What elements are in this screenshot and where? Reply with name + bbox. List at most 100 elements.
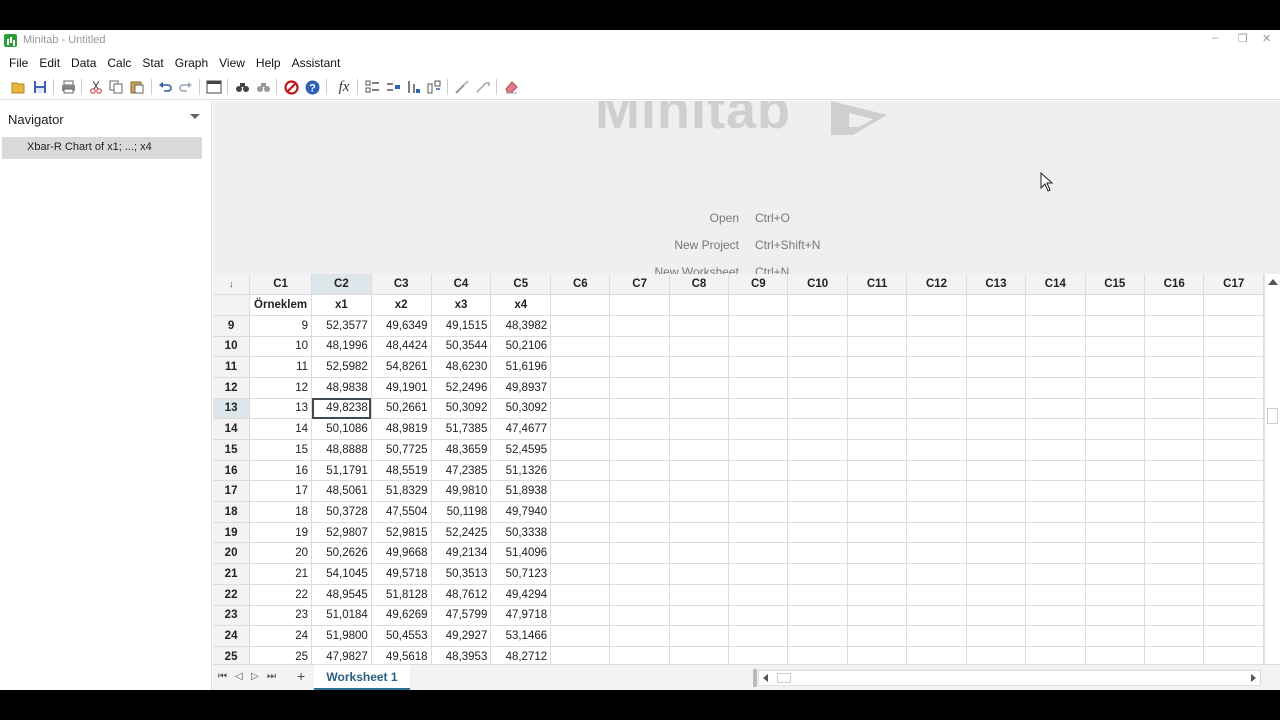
grid-cell[interactable] [728,605,789,627]
vertical-scroll-thumb[interactable] [1267,408,1278,424]
grid-cell[interactable]: 50,3544 [431,336,492,358]
menu-graph[interactable]: Graph [175,56,208,70]
grid-cell[interactable]: 48,8888 [311,439,372,461]
column-name-cell[interactable] [847,294,908,316]
grid-cell[interactable] [669,460,730,482]
grid-cell[interactable] [728,501,789,523]
column-header-c7[interactable]: C7 [609,274,670,296]
grid-cell[interactable]: 52,2425 [431,522,492,544]
restore-button[interactable]: ❐ [1238,32,1248,45]
grid-cell[interactable] [1203,522,1264,544]
column-name-cell[interactable]: x4 [490,294,552,316]
scroll-left-icon[interactable] [763,674,768,682]
scroll-up-icon[interactable] [1268,279,1278,285]
grid-cell[interactable] [787,542,848,565]
column-header-c2[interactable]: C2 [311,274,372,296]
grid-cell[interactable]: 50,7725 [371,439,432,461]
grid-cell[interactable] [1144,418,1205,440]
column-header-c8[interactable]: C8 [669,274,730,296]
grid-cell[interactable]: 48,4424 [371,336,432,358]
grid-cell[interactable]: 10 [249,336,313,358]
grid-cell[interactable] [966,584,1027,606]
grid-cell[interactable]: 49,7940 [490,501,552,523]
grid-cell[interactable]: 51,1326 [490,460,552,482]
grid-cell[interactable] [966,418,1027,440]
column-header-c16[interactable]: C16 [1144,274,1205,296]
grid-cell[interactable] [1203,439,1264,461]
grid-cell[interactable] [1144,377,1205,399]
grid-cell[interactable] [609,563,670,585]
grid-cell[interactable] [966,542,1027,565]
grid-cell[interactable] [609,336,670,358]
grid-cell[interactable] [669,542,730,565]
grid-cell[interactable]: 54,1045 [311,563,372,585]
find-icon[interactable] [234,79,250,95]
menu-stat[interactable]: Stat [142,56,163,70]
grid-cell[interactable]: 48,9819 [371,418,432,440]
grid-cell[interactable] [906,439,967,461]
row-header[interactable]: 13 [213,398,251,420]
grid-cell[interactable]: 50,1086 [311,418,372,440]
grid-cell[interactable] [1025,398,1086,420]
grid-cell[interactable] [1203,418,1264,440]
grid-cell[interactable] [787,439,848,461]
grid-cell[interactable] [1085,315,1145,337]
row-header[interactable]: 15 [213,439,251,461]
row-header[interactable]: 9 [213,315,251,337]
grid-cell[interactable] [847,501,908,523]
save-icon[interactable] [32,79,48,95]
grid-cell[interactable]: 48,3982 [490,315,552,337]
grid-cell[interactable]: 49,8937 [490,377,552,399]
grid-cell[interactable] [669,480,730,503]
grid-cell[interactable] [609,522,670,544]
grid-cell[interactable]: 50,3513 [431,563,492,585]
grid-cell[interactable]: 21 [249,563,313,585]
grid-cell[interactable] [847,625,908,647]
grid-cell[interactable] [609,605,670,627]
grid-cell[interactable] [1085,418,1145,440]
grid-cell[interactable] [728,356,789,378]
grid-cell[interactable] [669,563,730,585]
sheet-corner-icon[interactable]: ↓ [213,274,251,296]
grid-cell[interactable] [1144,584,1205,606]
grid-cell[interactable]: 47,5799 [431,605,492,627]
grid-cell[interactable] [787,336,848,358]
grid-cell[interactable] [550,605,611,627]
grid-cell[interactable] [609,480,670,503]
grid-cell[interactable] [1085,584,1145,606]
grid-cell[interactable]: 51,8938 [490,480,552,503]
cancel-icon[interactable] [283,79,299,95]
grid-cell[interactable] [847,356,908,378]
grid-cell[interactable]: 50,7123 [490,563,552,585]
grid-cell[interactable] [847,460,908,482]
fx-icon[interactable]: fx [336,79,352,95]
grid-cell[interactable]: 47,5504 [371,501,432,523]
horizontal-scroll-thumb[interactable] [777,673,791,683]
grid-cell[interactable]: 51,0184 [311,605,372,627]
grid-cell[interactable]: 49,2927 [431,625,492,647]
grid-cell[interactable]: 49,2134 [431,542,492,565]
grid-cell[interactable] [906,315,967,337]
insert-cells-icon[interactable] [385,79,401,95]
scroll-right-icon[interactable] [1251,674,1256,682]
crosshair-icon[interactable] [475,79,491,95]
grid-cell[interactable]: 52,4595 [490,439,552,461]
grid-cell[interactable] [728,522,789,544]
horizontal-split-handle[interactable] [753,669,757,687]
grid-cell[interactable] [966,460,1027,482]
column-name-cell[interactable] [966,294,1027,316]
grid-cell[interactable] [1203,460,1264,482]
grid-cell[interactable] [966,336,1027,358]
grid-cell[interactable] [847,522,908,544]
grid-cell[interactable]: 49,9810 [431,480,492,503]
grid-cell[interactable] [906,584,967,606]
grid-cell[interactable]: 13 [249,398,313,420]
grid-cell[interactable]: 9 [249,315,313,337]
grid-cell[interactable] [1144,480,1205,503]
grid-cell[interactable] [728,542,789,565]
grid-cell[interactable]: 50,3728 [311,501,372,523]
grid-cell[interactable] [787,522,848,544]
grid-cell[interactable]: 50,2661 [371,398,432,420]
grid-cell[interactable] [550,398,611,420]
grid-cell[interactable]: 49,5718 [371,563,432,585]
